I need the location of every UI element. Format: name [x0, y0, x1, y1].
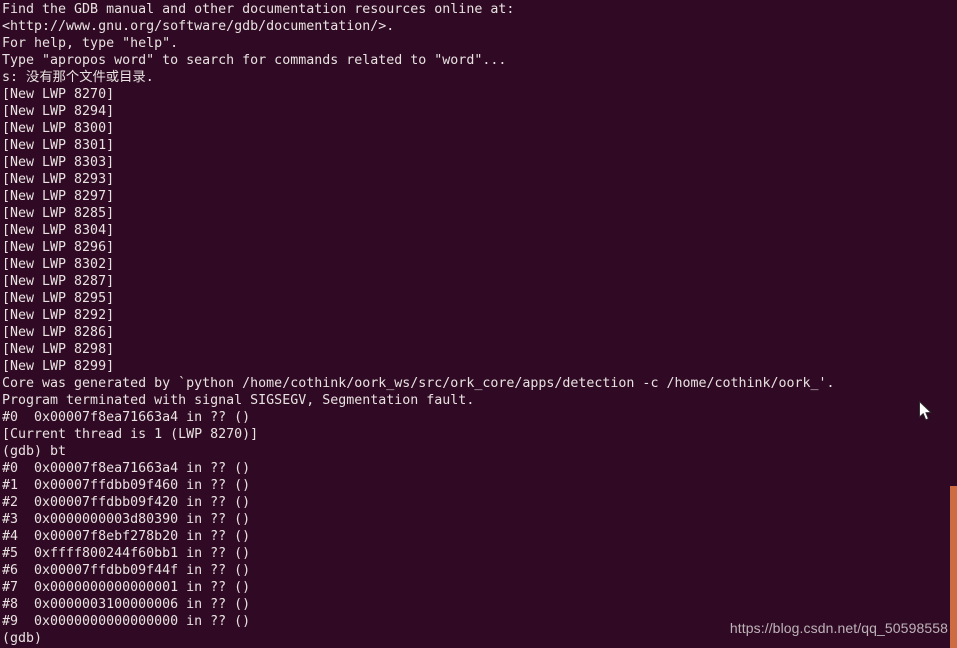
terminal-line: <http://www.gnu.org/software/gdb/documen…	[2, 19, 395, 34]
terminal-line: [New LWP 8303]	[2, 155, 115, 170]
terminal-line: [New LWP 8287]	[2, 274, 115, 289]
terminal-line: Program terminated with signal SIGSEGV, …	[2, 393, 475, 408]
terminal-line: #0 0x00007f8ea71663a4 in ?? ()	[2, 461, 251, 476]
terminal-line: [New LWP 8300]	[2, 121, 115, 136]
terminal-output[interactable]: Find the GDB manual and other documentat…	[2, 1, 952, 647]
terminal-line: [New LWP 8301]	[2, 138, 115, 153]
terminal-line: [New LWP 8286]	[2, 325, 115, 340]
terminal-line: #0 0x00007f8ea71663a4 in ?? ()	[2, 410, 251, 425]
terminal-line: #1 0x00007ffdbb09f460 in ?? ()	[2, 478, 251, 493]
csdn-watermark: https://blog.csdn.net/qq_50598558	[729, 620, 948, 636]
terminal-line: Find the GDB manual and other documentat…	[2, 2, 515, 17]
terminal-line: #4 0x00007f8ebf278b20 in ?? ()	[2, 529, 251, 544]
terminal-line: For help, type "help".	[2, 36, 179, 51]
terminal-line: #8 0x0000003100000006 in ?? ()	[2, 597, 251, 612]
terminal-line: #5 0xffff800244f60bb1 in ?? ()	[2, 546, 251, 561]
terminal-line: #7 0x0000000000000001 in ?? ()	[2, 580, 251, 595]
terminal-line: [New LWP 8292]	[2, 308, 115, 323]
terminal-line: [New LWP 8293]	[2, 172, 115, 187]
terminal-line: [Current thread is 1 (LWP 8270)]	[2, 427, 259, 442]
terminal-line: s: 没有那个文件或目录.	[2, 70, 154, 85]
terminal-line: (gdb) bt	[2, 444, 67, 459]
terminal-line: [New LWP 8294]	[2, 104, 115, 119]
terminal-line: Type "apropos word" to search for comman…	[2, 53, 507, 68]
terminal-line: [New LWP 8296]	[2, 240, 115, 255]
terminal-line: [New LWP 8270]	[2, 87, 115, 102]
terminal-line: [New LWP 8285]	[2, 206, 115, 221]
scrollbar-track[interactable]	[950, 0, 957, 648]
terminal-line: [New LWP 8298]	[2, 342, 115, 357]
gdb-terminal-window[interactable]: Find the GDB manual and other documentat…	[0, 0, 957, 648]
terminal-line: [New LWP 8299]	[2, 359, 115, 374]
scrollbar-thumb[interactable]	[950, 486, 957, 648]
terminal-line: [New LWP 8297]	[2, 189, 115, 204]
terminal-line: #2 0x00007ffdbb09f420 in ?? ()	[2, 495, 251, 510]
terminal-line: #6 0x00007ffdbb09f44f in ?? ()	[2, 563, 251, 578]
terminal-line: [New LWP 8304]	[2, 223, 115, 238]
terminal-line: #3 0x0000000003d80390 in ?? ()	[2, 512, 251, 527]
terminal-line: Core was generated by `python /home/coth…	[2, 376, 835, 391]
terminal-line: [New LWP 8302]	[2, 257, 115, 272]
terminal-line: [New LWP 8295]	[2, 291, 115, 306]
